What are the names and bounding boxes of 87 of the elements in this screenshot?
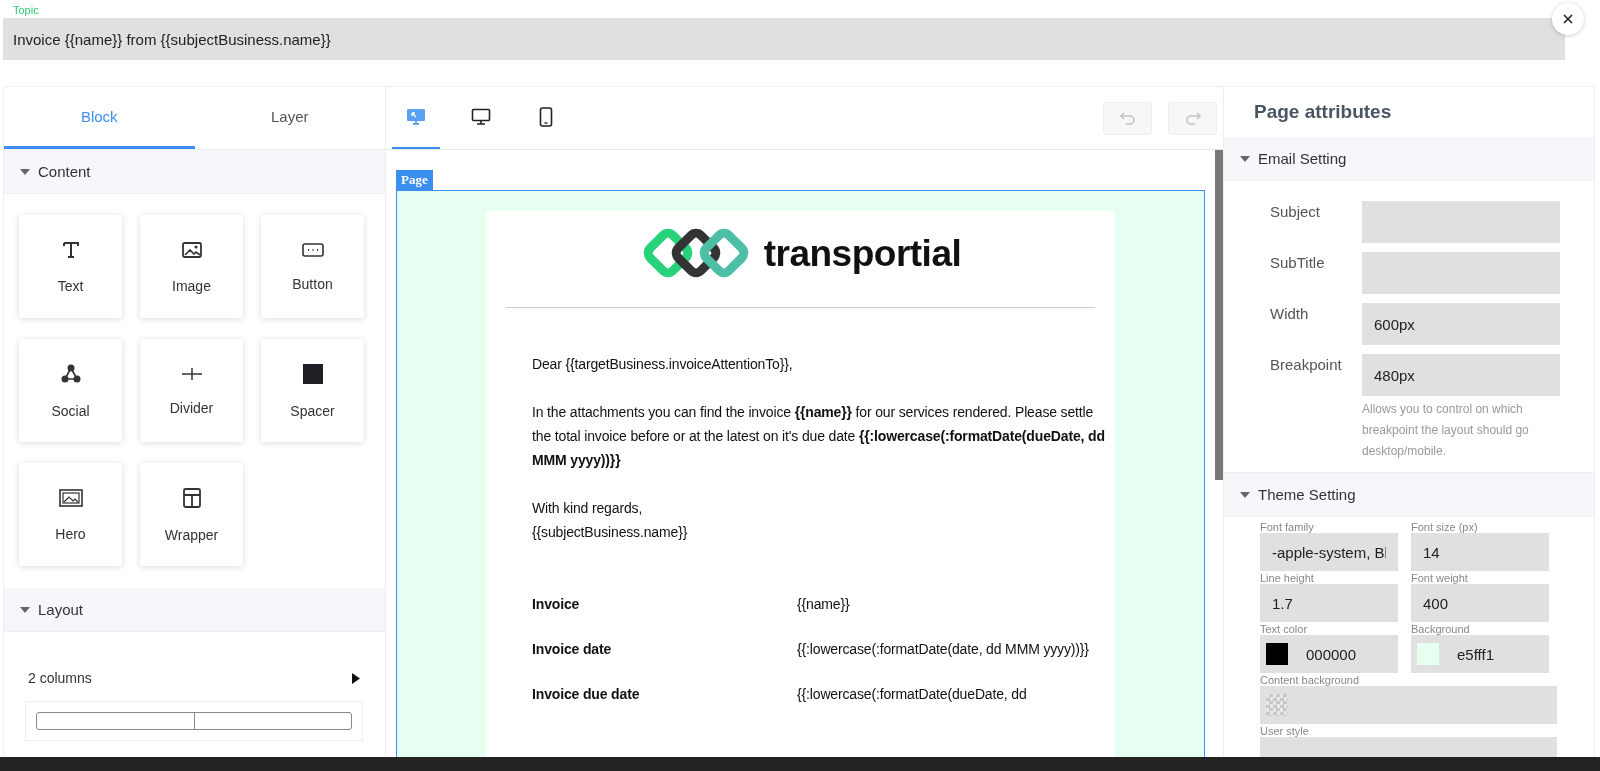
text-icon: [60, 239, 81, 260]
redo-icon: [1183, 111, 1202, 125]
page-tag: Page: [396, 170, 433, 190]
field-label: Font weight: [1411, 572, 1468, 584]
button-icon: [301, 241, 324, 258]
field-label: Subject: [1270, 202, 1322, 222]
block-card[interactable]: Image: [140, 215, 243, 318]
greeting-text: Dear {{targetBusiness.invoiceAttentionTo}},: [532, 355, 794, 374]
section-title: Layout: [38, 601, 84, 618]
detail-label: Invoice date: [532, 640, 613, 659]
panel-tab[interactable]: Layer: [194, 87, 385, 149]
color-field[interactable]: [1260, 686, 1557, 724]
block-label: Hero: [55, 525, 86, 542]
logo-wordmark: transportial: [763, 234, 962, 272]
share-nodes-icon: [59, 362, 82, 385]
block-label: Divider: [169, 399, 214, 416]
field-label: Breakpoint: [1270, 355, 1343, 375]
transparent-swatch: [1266, 694, 1288, 716]
panel-title: Page attributes: [1253, 100, 1393, 124]
section-header[interactable]: Layout: [4, 588, 385, 632]
block-card[interactable]: Wrapper: [140, 463, 243, 566]
field-label: SubTitle: [1270, 253, 1326, 273]
block-label: Image: [172, 277, 211, 294]
detail-label: Invoice due date: [532, 685, 641, 704]
block-card[interactable]: Divider: [140, 339, 243, 442]
close-button[interactable]: [1552, 3, 1584, 35]
caret-right-icon[interactable]: [352, 672, 360, 684]
block-card[interactable]: Hero: [19, 463, 122, 566]
monitor-icon: [471, 108, 491, 126]
text-input[interactable]: 1.7: [1260, 584, 1398, 622]
block-card[interactable]: Social: [19, 339, 122, 442]
field-label: Text color: [1260, 623, 1308, 635]
close-icon: [1563, 14, 1573, 24]
topic-label: Topic: [13, 3, 39, 17]
text-input[interactable]: [1362, 252, 1560, 294]
section-title: Email Setting: [1258, 150, 1347, 167]
divider-icon: [180, 365, 203, 382]
block-label: Spacer: [290, 402, 335, 419]
field-label: Width: [1270, 304, 1310, 324]
color-swatch: [1266, 643, 1288, 665]
layout-icon: [181, 486, 202, 509]
text-input[interactable]: [1362, 201, 1560, 243]
signature-text: {{subjectBusiness.name}}: [532, 523, 689, 542]
page-frame[interactable]: [396, 190, 1205, 757]
block-card[interactable]: Button: [261, 215, 364, 318]
two-column-preview[interactable]: [25, 701, 363, 741]
color-field[interactable]: e5fff1: [1411, 635, 1549, 673]
detail-value: {{name}}: [797, 595, 851, 614]
layout-option-label[interactable]: 2 columns: [28, 670, 92, 686]
block-card[interactable]: Spacer: [261, 339, 364, 442]
detail-label: Invoice: [532, 595, 581, 614]
field-label: Content background: [1260, 674, 1360, 686]
text-input[interactable]: 400: [1411, 584, 1549, 622]
section-header[interactable]: Content: [4, 150, 385, 194]
field-label: Font size (px): [1411, 521, 1478, 533]
section-title: Content: [38, 163, 91, 180]
text-input[interactable]: 14: [1411, 533, 1549, 571]
topic-field[interactable]: Invoice {{name}} from {{subjectBusiness.name}}: [3, 18, 1565, 60]
square-icon: [301, 362, 324, 385]
section-header[interactable]: Theme Setting: [1224, 472, 1594, 517]
block-label: Wrapper: [164, 526, 219, 543]
text-input[interactable]: 600px: [1362, 303, 1560, 345]
responsive-monitor-icon: [406, 108, 426, 126]
text-input[interactable]: -apple-system, Bl: [1260, 533, 1398, 571]
block-label: Text: [57, 277, 84, 294]
image-icon: [180, 239, 203, 260]
section-header[interactable]: Email Setting: [1224, 137, 1594, 181]
hint-text: Allows you to control on which breakpoint the layout should go desktop/mobile.: [1362, 401, 1530, 460]
body-paragraph: In the attachments you can find the invoice {{name}} for our services rendered. Please settle the total invoice before or at the latest on it's due date {{:lowercase(:formatDate(dueDate, dd MMM yyyy))}}: [532, 403, 1106, 470]
detail-value: {{:lowercase(:formatDate(dueDate, dd: [797, 685, 1028, 704]
undo-icon: [1118, 111, 1137, 125]
text-input[interactable]: 480px: [1362, 354, 1560, 396]
field-label: Background: [1411, 623, 1470, 635]
closing-text: With kind regards,: [532, 499, 644, 518]
section-title: Theme Setting: [1258, 486, 1356, 503]
color-swatch: [1417, 643, 1439, 665]
field-label: User style: [1260, 725, 1309, 737]
scrollbar-thumb[interactable]: [1215, 150, 1223, 480]
detail-value: {{:lowercase(:formatDate(date, dd MMM yyyy))}}: [797, 640, 1090, 659]
color-field[interactable]: 000000: [1260, 635, 1398, 673]
block-label: Button: [292, 275, 333, 292]
block-label: Social: [51, 402, 90, 419]
field-label: Font family: [1260, 521, 1314, 533]
field-label: Line height: [1260, 572, 1314, 584]
block-card[interactable]: Text: [19, 215, 122, 318]
phone-icon: [539, 107, 553, 127]
hero-image-icon: [58, 487, 83, 508]
